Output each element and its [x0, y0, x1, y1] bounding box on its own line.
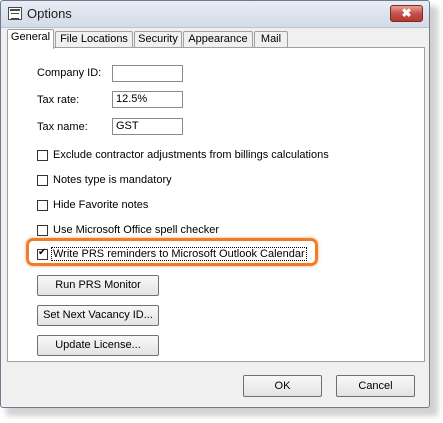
tax-name-input[interactable]: GST [112, 118, 183, 135]
tab-label: File Locations [60, 33, 128, 45]
checkbox-label: Exclude contractor adjustments from bill… [53, 149, 329, 161]
checkbox-box[interactable] [37, 150, 48, 161]
checkbox-box[interactable] [37, 175, 48, 186]
form-icon [8, 7, 22, 20]
tab-general[interactable]: General [7, 29, 54, 49]
checkbox-box[interactable] [37, 225, 48, 236]
checkbox-label: Notes type is mandatory [53, 174, 172, 186]
tax-rate-label: Tax rate: [37, 94, 80, 106]
checkbox-label: Use Microsoft Office spell checker [53, 224, 220, 236]
window-title: Options [27, 6, 72, 21]
checkbox-box[interactable] [37, 247, 48, 260]
ok-button[interactable]: OK [243, 375, 322, 397]
run-prs-monitor-button[interactable]: Run PRS Monitor [37, 275, 159, 296]
tab-label: Appearance [188, 33, 248, 45]
update-license-button[interactable]: Update License... [37, 335, 159, 356]
tab-label: General [10, 31, 51, 43]
tax-name-label: Tax name: [37, 121, 88, 133]
close-icon: ✖ [401, 6, 412, 20]
checkbox-box[interactable] [37, 200, 48, 211]
cancel-button[interactable]: Cancel [336, 375, 415, 397]
close-button[interactable]: ✖ [390, 5, 423, 22]
title-bar[interactable]: Options ✖ [1, 1, 429, 28]
tab-security[interactable]: Security [134, 31, 182, 48]
set-next-vacancy-id-button[interactable]: Set Next Vacancy ID... [37, 305, 159, 326]
checkbox-label: Hide Favorite notes [53, 199, 149, 211]
tab-label: Mail [260, 33, 282, 45]
tax-rate-input[interactable]: 12.5% [112, 91, 183, 108]
tab-file-locations[interactable]: File Locations [55, 31, 133, 48]
tab-label: Security [138, 33, 178, 45]
company-id-input[interactable] [112, 65, 183, 82]
options-dialog: Options ✖ General File Locations Securit… [0, 0, 430, 408]
checkbox-label: Write PRS reminders to Microsoft Outlook… [51, 247, 307, 261]
tab-appearance[interactable]: Appearance [183, 31, 253, 48]
tab-mail[interactable]: Mail [254, 31, 288, 48]
company-id-label: Company ID: [37, 67, 102, 79]
